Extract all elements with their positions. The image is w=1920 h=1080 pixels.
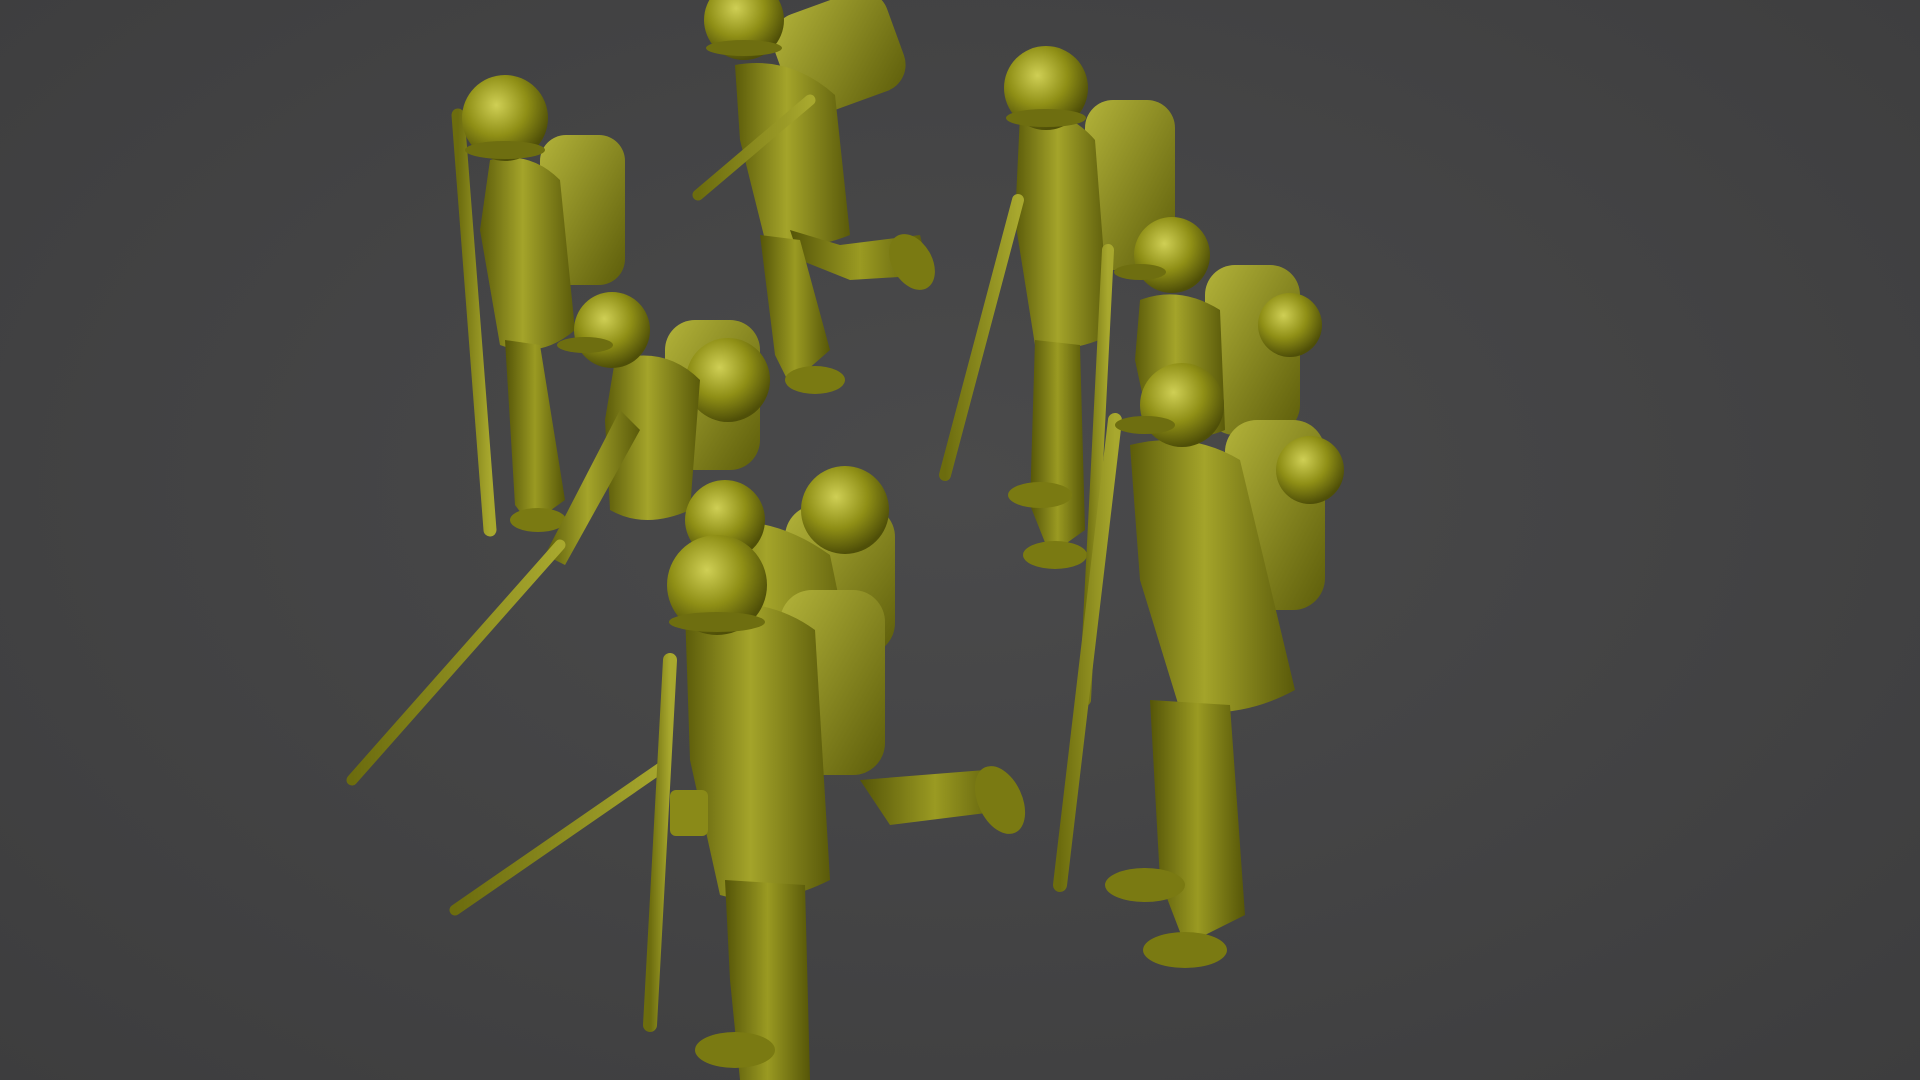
soldier-figure-8 xyxy=(643,535,885,1080)
helmet-brim xyxy=(465,141,545,159)
backpack-helmet xyxy=(1276,436,1344,504)
rifle-with-bayonet xyxy=(346,539,566,786)
helmet-brim xyxy=(1006,109,1086,127)
cap-visor xyxy=(1115,416,1175,434)
boot xyxy=(695,1032,775,1068)
boot xyxy=(785,366,845,394)
helmet-brim xyxy=(669,612,765,632)
boot xyxy=(1023,541,1087,569)
field-cap xyxy=(1140,363,1224,447)
boot xyxy=(1143,932,1227,968)
render-viewport xyxy=(0,0,1920,1080)
cap-visor xyxy=(557,337,613,353)
rifle xyxy=(939,194,1024,481)
soldier-figures-render xyxy=(346,0,1344,1080)
rifle-with-bayonet xyxy=(449,759,671,916)
helmet xyxy=(801,466,889,554)
field-cap xyxy=(1134,217,1210,293)
rifle xyxy=(643,653,677,1032)
legs xyxy=(1150,700,1245,945)
ammo-pouch xyxy=(670,790,708,836)
rifle xyxy=(451,108,497,537)
cap-visor xyxy=(1114,264,1166,280)
helmet-brim xyxy=(706,40,782,56)
torso xyxy=(685,603,830,900)
legs xyxy=(1030,340,1085,555)
boot xyxy=(510,508,566,532)
legs xyxy=(505,340,565,525)
field-cap xyxy=(574,292,650,368)
backpack-helmet xyxy=(1258,293,1322,357)
boot xyxy=(1105,868,1185,902)
boot xyxy=(1008,482,1072,508)
